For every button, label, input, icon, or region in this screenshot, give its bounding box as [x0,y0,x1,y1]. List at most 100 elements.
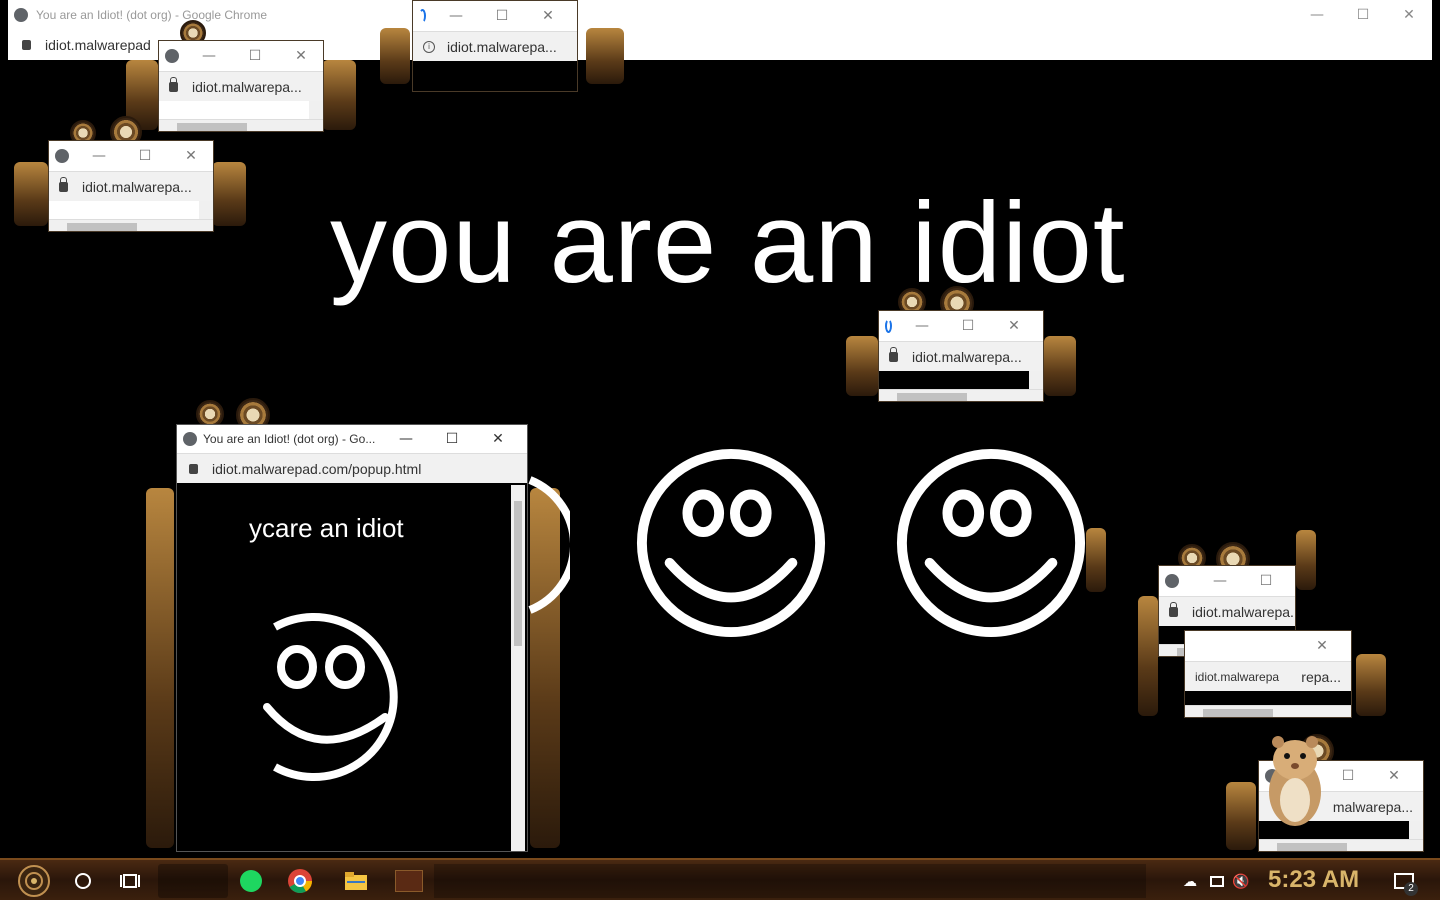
window-titlebar[interactable]: — ☐ ✕ [159,41,323,71]
window-content [879,371,1043,401]
window-url: idiot.malwarepa [1195,669,1280,684]
cloud-offline-button[interactable]: ☁ [1176,864,1204,898]
steampunk-frame-ornament [1226,782,1256,850]
popup-address-bar[interactable]: idiot.malwarepad.com/popup.html [177,453,527,483]
address-bar[interactable]: idiot.malwarepa... [159,71,323,101]
action-center-button[interactable]: 2 [1384,864,1424,898]
vertical-scrollbar[interactable] [511,485,525,851]
window-titlebar[interactable]: — ☐ ✕ [413,1,577,31]
horizontal-scrollbar[interactable] [1259,839,1423,851]
app-thumbnail-icon [395,870,423,892]
network-button[interactable] [1204,864,1230,898]
popup-window-mini[interactable]: — ☐ ✕ idiot.malwarepa... [158,40,324,132]
maximize-button[interactable]: ☐ [1325,768,1371,784]
steampunk-frame-ornament [14,162,48,226]
vertical-scrollbar[interactable] [199,201,213,219]
task-view-icon [120,874,140,888]
address-bar[interactable]: idiot.malwarepa... [879,341,1043,371]
steampunk-frame-ornament [1044,336,1076,396]
address-bar[interactable]: i idiot.malwarepa... [413,31,577,61]
app-thumbnail-button[interactable] [388,864,430,898]
address-bar[interactable]: idiot.malwarepa... [1159,596,1295,626]
volume-button[interactable]: 🔇 [1228,864,1254,898]
steampunk-frame-ornament [1296,530,1316,590]
window-url: idiot.malwarepa... [912,348,1022,365]
maximize-button[interactable]: ☐ [1243,573,1289,589]
horizontal-scrollbar[interactable] [49,219,213,231]
cortana-icon [75,873,91,889]
hamster-desktop-pet-icon[interactable] [1260,730,1330,830]
window-titlebar[interactable]: ✕ [1185,631,1351,661]
popup-window[interactable]: You are an Idiot! (dot org) - Go... — ☐ … [176,424,528,852]
popup-window-mini[interactable]: — ☐ ✕ idiot.malwarepa... [878,310,1044,402]
chrome-icon [288,869,312,894]
start-button[interactable] [10,864,58,898]
globe-icon [165,49,179,63]
close-button[interactable]: ✕ [991,318,1037,334]
popup-window-mini[interactable]: — ☐ ✕ i idiot.malwarepa... [412,0,578,92]
taskbar-clock[interactable]: 5:23 AM [1268,866,1359,894]
task-view-button[interactable] [112,864,148,898]
close-button[interactable]: ✕ [1386,0,1432,30]
popup-titlebar[interactable]: You are an Idiot! (dot org) - Go... — ☐ … [177,425,527,453]
globe-icon [1165,574,1179,588]
close-button[interactable]: ✕ [475,431,521,447]
window-url-secondary: repa... [1301,668,1341,685]
smiley-face-icon [636,448,826,638]
maximize-button[interactable]: ☐ [122,148,168,164]
steampunk-frame-ornament [846,336,878,396]
smiley-face-icon [896,448,1086,638]
close-button[interactable]: ✕ [168,148,213,164]
lock-icon [22,40,31,50]
cortana-button[interactable] [66,864,100,898]
minimize-button[interactable]: — [899,318,945,334]
maximize-button[interactable]: ☐ [479,8,525,24]
network-icon [1210,875,1224,887]
cloud-offline-icon: ☁ [1183,872,1197,889]
close-button[interactable]: ✕ [1299,638,1345,654]
minimize-button[interactable]: — [1294,0,1340,30]
headline-text: you are an idiot [330,180,1126,307]
maximize-button[interactable]: ☐ [1340,0,1386,30]
address-bar[interactable]: idiot.malwarepa... [49,171,213,201]
popup-window-mini[interactable]: — ☐ ✕ idiot.malwarepa... [48,140,214,232]
close-button[interactable]: ✕ [278,48,323,64]
window-url: malwarepa... [1332,798,1413,815]
address-bar[interactable]: idiot.malwarepa repa... [1185,661,1351,691]
steampunk-frame-ornament [1356,654,1386,716]
file-explorer-button[interactable] [336,864,376,898]
loading-spinner-icon [885,319,892,333]
taskbar: ☁ 🔇 5:23 AM 2 [0,858,1440,900]
window-url: idiot.malwarepa... [447,38,557,55]
maximize-button[interactable]: ☐ [429,431,475,447]
maximize-button[interactable]: ☐ [945,318,991,334]
lock-icon [169,76,178,92]
lock-icon [189,463,198,474]
chrome-button[interactable] [280,864,320,898]
close-button[interactable]: ✕ [525,8,571,24]
vertical-scrollbar[interactable] [1409,821,1423,839]
vertical-scrollbar[interactable] [309,101,323,119]
file-explorer-icon [345,872,367,890]
horizontal-scrollbar[interactable] [1185,705,1351,717]
window-content [49,201,213,231]
horizontal-scrollbar[interactable] [879,389,1043,401]
globe-icon [55,149,69,163]
popup-window-mini[interactable]: ✕ idiot.malwarepa repa... [1184,630,1352,718]
window-titlebar[interactable]: — ☐ ✕ [879,311,1043,341]
horizontal-scrollbar[interactable] [159,119,323,131]
minimize-button[interactable]: — [433,8,479,24]
spotify-button[interactable] [232,864,270,898]
background-window-titlebar[interactable]: You are an Idiot! (dot org) - Google Chr… [8,0,1432,30]
lock-icon [1169,601,1178,617]
minimize-button[interactable]: — [186,48,232,64]
popup-title: You are an Idiot! (dot org) - Go... [203,432,376,446]
minimize-button[interactable]: — [1197,573,1243,589]
minimize-button[interactable]: — [383,431,429,447]
maximize-button[interactable]: ☐ [232,48,278,64]
minimize-button[interactable]: — [76,148,122,164]
vertical-scrollbar[interactable] [1029,371,1043,389]
window-titlebar[interactable]: — ☐ [1159,566,1295,596]
window-titlebar[interactable]: — ☐ ✕ [49,141,213,171]
close-button[interactable]: ✕ [1371,768,1417,784]
